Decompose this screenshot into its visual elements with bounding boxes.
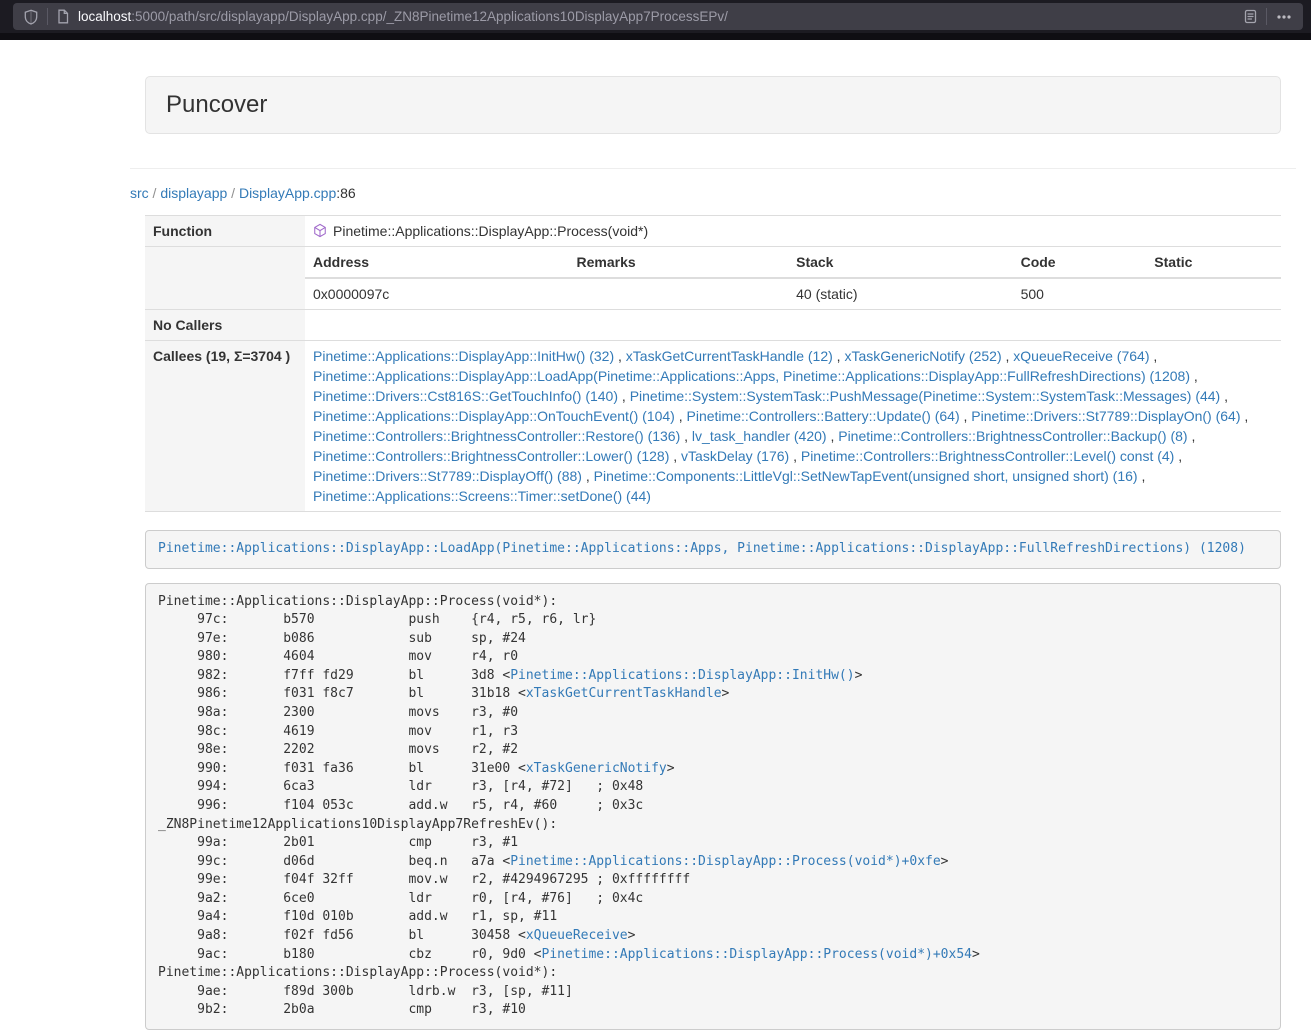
- details-row-label: [145, 247, 305, 310]
- static-value: [1146, 278, 1281, 309]
- breadcrumb-link[interactable]: src: [130, 185, 149, 201]
- breadcrumb-link[interactable]: DisplayApp.cpp: [239, 185, 336, 201]
- breadcrumb: src / displayapp / DisplayApp.cpp:86: [130, 185, 1296, 201]
- callee-link[interactable]: vTaskDelay (176): [681, 448, 789, 464]
- function-name-cell: Pinetime::Applications::DisplayApp::Proc…: [305, 216, 1281, 247]
- function-row-label: Function: [145, 216, 305, 247]
- address-value: 0x0000097c: [305, 278, 569, 309]
- breadcrumb-line-number: :86: [336, 185, 355, 201]
- details-value-row: 0x0000097c 40 (static) 500: [305, 278, 1281, 309]
- callee-link[interactable]: Pinetime::Controllers::BrightnessControl…: [313, 428, 680, 444]
- column-address: Address: [305, 247, 569, 278]
- callee-link[interactable]: xTaskGenericNotify (252): [844, 348, 1001, 364]
- callee-link[interactable]: Pinetime::Drivers::Cst816S::GetTouchInfo…: [313, 388, 618, 404]
- callee-link[interactable]: lv_task_handler (420): [692, 428, 827, 444]
- app-title: Puncover: [166, 91, 1260, 119]
- column-stack: Stack: [788, 247, 1012, 278]
- callee-link[interactable]: Pinetime::Applications::DisplayApp::OnTo…: [313, 408, 675, 424]
- reader-mode-icon[interactable]: [1243, 9, 1258, 24]
- url-bar-separator: [47, 8, 48, 25]
- disassembly-symbol-link[interactable]: Pinetime::Applications::DisplayApp::Proc…: [542, 947, 972, 962]
- toolbar-separator: [1266, 8, 1267, 25]
- column-remarks: Remarks: [569, 247, 789, 278]
- breadcrumb-separator: /: [149, 185, 161, 201]
- function-name: Pinetime::Applications::DisplayApp::Proc…: [333, 223, 648, 239]
- shield-icon[interactable]: [23, 9, 39, 25]
- window-edge: [0, 33, 1311, 40]
- callees-row: Callees (19, Σ=3704 ) Pinetime::Applicat…: [145, 341, 1281, 512]
- callees-label: Callees (19, Σ=3704 ): [145, 341, 305, 512]
- breadcrumb-link[interactable]: displayapp: [160, 185, 227, 201]
- browser-toolbar: localhost:5000/path/src/displayapp/Displ…: [0, 0, 1311, 33]
- callee-link[interactable]: Pinetime::Drivers::St7789::DisplayOff() …: [313, 468, 582, 484]
- disassembly-symbol-link[interactable]: Pinetime::Applications::DisplayApp::Init…: [510, 668, 854, 683]
- callee-link[interactable]: xTaskGetCurrentTaskHandle (12): [626, 348, 833, 364]
- highlighted-callee-link[interactable]: Pinetime::Applications::DisplayApp::Load…: [158, 541, 1246, 556]
- details-table: Address Remarks Stack Code Static 0x0000…: [305, 247, 1281, 309]
- app-header-panel: Puncover: [145, 76, 1281, 134]
- symbol-table: Function Pinetime::Applications::Display…: [145, 215, 1281, 512]
- no-callers-cell: [305, 310, 1281, 341]
- details-header-row: Address Remarks Stack Code Static: [305, 247, 1281, 278]
- no-callers-label: No Callers: [145, 310, 305, 341]
- remarks-value: [569, 278, 789, 309]
- column-static: Static: [1146, 247, 1281, 278]
- disassembly-symbol-link[interactable]: xTaskGenericNotify: [526, 761, 667, 776]
- callee-link[interactable]: Pinetime::Applications::DisplayApp::Init…: [313, 348, 614, 364]
- url-path: :5000/path/src/displayapp/DisplayApp.cpp…: [131, 9, 728, 24]
- function-row: Function Pinetime::Applications::Display…: [145, 216, 1281, 247]
- url-bar[interactable]: localhost:5000/path/src/displayapp/Displ…: [13, 3, 1303, 30]
- callee-link[interactable]: xQueueReceive (764): [1013, 348, 1149, 364]
- function-cube-icon: [313, 223, 327, 238]
- overflow-menu-icon[interactable]: [1275, 9, 1293, 25]
- column-code: Code: [1013, 247, 1147, 278]
- no-callers-row: No Callers: [145, 310, 1281, 341]
- divider: [130, 168, 1296, 169]
- callee-link[interactable]: Pinetime::Drivers::St7789::DisplayOn() (…: [971, 408, 1240, 424]
- breadcrumb-separator: /: [227, 185, 239, 201]
- page-info-icon[interactable]: [56, 9, 70, 24]
- disassembly-symbol-link[interactable]: xTaskGetCurrentTaskHandle: [526, 686, 722, 701]
- callee-link[interactable]: Pinetime::Applications::DisplayApp::Load…: [313, 368, 1190, 384]
- callee-link[interactable]: Pinetime::Controllers::BrightnessControl…: [838, 428, 1187, 444]
- callee-link[interactable]: Pinetime::Controllers::Battery::Update()…: [687, 408, 960, 424]
- url-host: localhost: [78, 9, 131, 24]
- disassembly-symbol-link[interactable]: Pinetime::Applications::DisplayApp::Proc…: [510, 854, 940, 869]
- highlighted-callee-block: Pinetime::Applications::DisplayApp::Load…: [145, 530, 1281, 569]
- callees-list: Pinetime::Applications::DisplayApp::Init…: [305, 341, 1281, 512]
- stack-value: 40 (static): [788, 278, 1012, 309]
- callee-link[interactable]: Pinetime::System::SystemTask::PushMessag…: [630, 388, 1221, 404]
- disassembly-symbol-link[interactable]: xQueueReceive: [526, 928, 628, 943]
- details-row: Address Remarks Stack Code Static 0x0000…: [145, 247, 1281, 310]
- url-text: localhost:5000/path/src/displayapp/Displ…: [78, 9, 728, 24]
- callee-link[interactable]: Pinetime::Controllers::BrightnessControl…: [801, 448, 1174, 464]
- code-value: 500: [1013, 278, 1147, 309]
- disassembly-pre: Pinetime::Applications::DisplayApp::Proc…: [145, 583, 1281, 1030]
- callee-link[interactable]: Pinetime::Controllers::BrightnessControl…: [313, 448, 669, 464]
- details-cell: Address Remarks Stack Code Static 0x0000…: [305, 247, 1281, 310]
- callee-link[interactable]: Pinetime::Components::LittleVgl::SetNewT…: [594, 468, 1138, 484]
- page-content: Puncover src / displayapp / DisplayApp.c…: [0, 40, 1311, 1030]
- callee-link[interactable]: Pinetime::Applications::Screens::Timer::…: [313, 488, 651, 504]
